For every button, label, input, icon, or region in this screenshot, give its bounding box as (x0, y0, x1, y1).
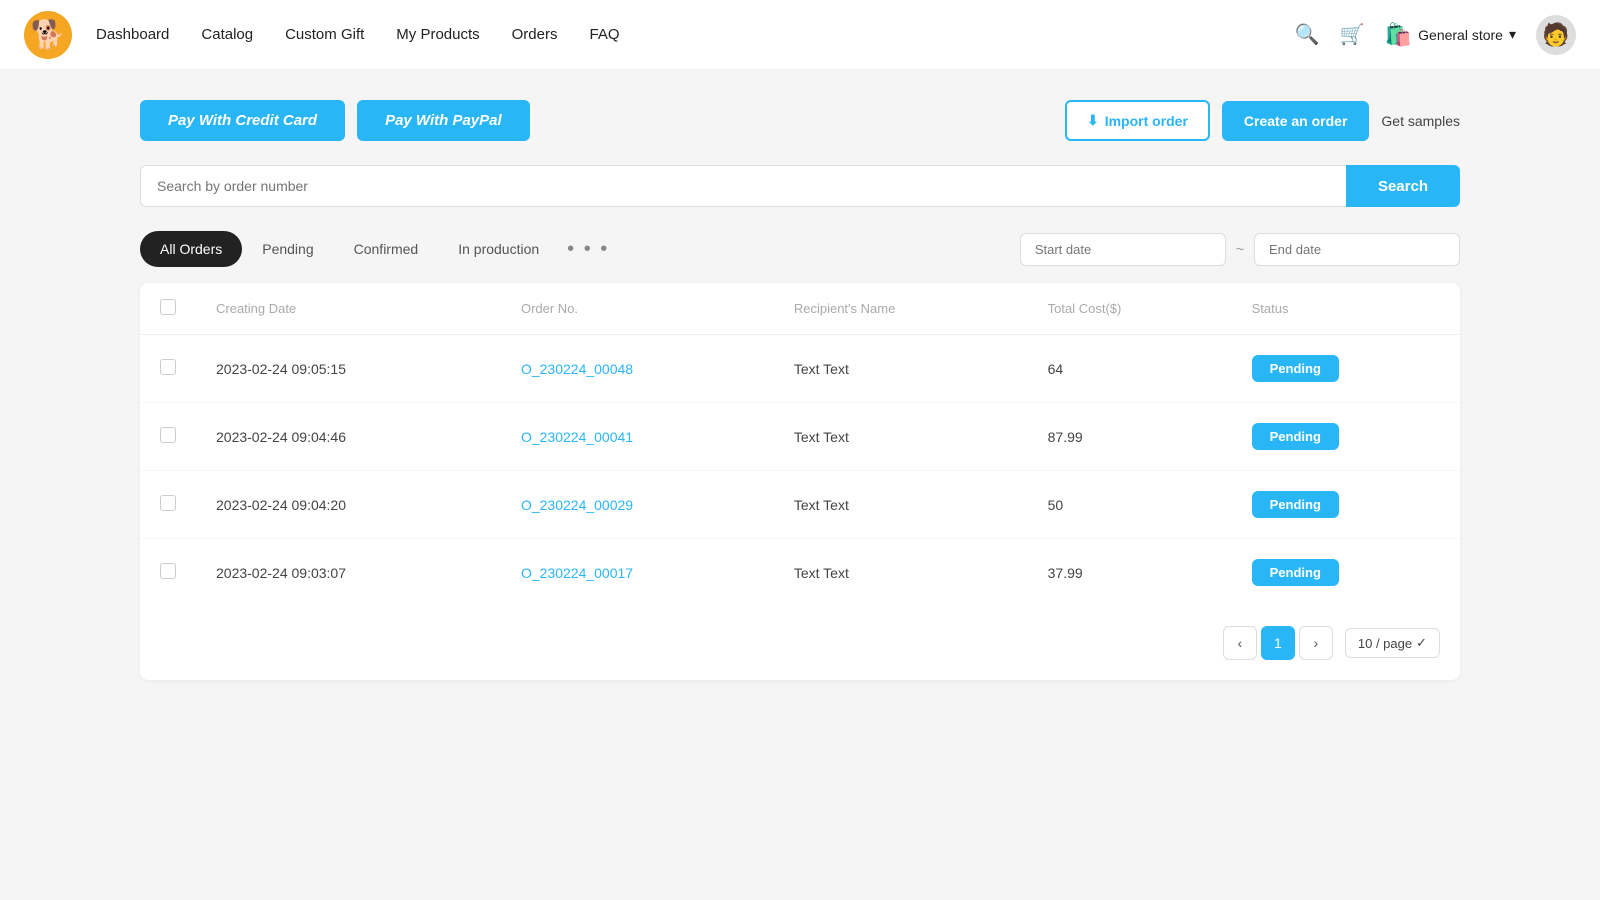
row-total: 87.99 (1028, 403, 1232, 471)
tab-confirmed[interactable]: Confirmed (334, 231, 439, 267)
pagination: ‹ 1 › 10 / page ✓ (140, 606, 1460, 680)
store-name: General store (1418, 27, 1503, 43)
date-filters: ~ (1020, 233, 1460, 266)
row-checkbox-cell (140, 403, 196, 471)
orders-table-container: Creating Date Order No. Recipient's Name… (140, 283, 1460, 680)
prev-page-button[interactable]: ‹ (1223, 626, 1257, 660)
row-recipient: Text Text (774, 335, 1028, 403)
status-badge[interactable]: Pending (1252, 491, 1339, 518)
row-order-no[interactable]: O_230224_00041 (501, 403, 774, 471)
nav-item-custom-gift[interactable]: Custom Gift (285, 26, 364, 43)
row-checkbox-1[interactable] (160, 427, 176, 443)
table-row: 2023-02-24 09:04:46 O_230224_00041 Text … (140, 403, 1460, 471)
payment-buttons: Pay With Credit Card Pay With PayPal (140, 100, 530, 141)
header-checkbox-col (140, 283, 196, 335)
row-order-no[interactable]: O_230224_00017 (501, 539, 774, 607)
row-date: 2023-02-24 09:04:46 (196, 403, 501, 471)
row-order-no[interactable]: O_230224_00048 (501, 335, 774, 403)
status-badge[interactable]: Pending (1252, 423, 1339, 450)
page-size-label: 10 / page (1358, 636, 1412, 651)
main-content: Pay With Credit Card Pay With PayPal ⬇ I… (0, 70, 1600, 710)
row-total: 64 (1028, 335, 1232, 403)
row-total: 50 (1028, 471, 1232, 539)
get-samples-button[interactable]: Get samples (1381, 113, 1460, 129)
nav-item-faq[interactable]: FAQ (589, 26, 619, 43)
order-action-buttons: ⬇ Import order Create an order Get sampl… (1065, 100, 1460, 141)
row-status: Pending (1232, 335, 1460, 403)
table-body: 2023-02-24 09:05:15 O_230224_00048 Text … (140, 335, 1460, 607)
end-date-input[interactable] (1254, 233, 1460, 266)
cart-icon[interactable]: 🛒 (1340, 22, 1365, 47)
table-row: 2023-02-24 09:05:15 O_230224_00048 Text … (140, 335, 1460, 403)
row-date: 2023-02-24 09:03:07 (196, 539, 501, 607)
search-button[interactable]: Search (1346, 165, 1460, 207)
nav-right: 🔍 🛒 🛍️ General store ▾ 🧑 (1295, 15, 1576, 55)
logo[interactable]: 🐕 (24, 11, 72, 59)
row-recipient: Text Text (774, 539, 1028, 607)
row-checkbox-cell (140, 539, 196, 607)
start-date-input[interactable] (1020, 233, 1226, 266)
pay-credit-card-button[interactable]: Pay With Credit Card (140, 100, 345, 141)
search-input[interactable] (140, 165, 1346, 207)
navbar: 🐕 Dashboard Catalog Custom Gift My Produ… (0, 0, 1600, 70)
row-checkbox-3[interactable] (160, 563, 176, 579)
tab-pending[interactable]: Pending (242, 231, 333, 267)
row-total: 37.99 (1028, 539, 1232, 607)
nav-item-my-products[interactable]: My Products (396, 26, 479, 43)
nav-item-orders[interactable]: Orders (512, 26, 558, 43)
store-selector[interactable]: 🛍️ General store ▾ (1385, 22, 1516, 48)
import-order-button[interactable]: ⬇ Import order (1065, 100, 1210, 141)
row-order-no[interactable]: O_230224_00029 (501, 471, 774, 539)
table-header-row: Creating Date Order No. Recipient's Name… (140, 283, 1460, 335)
table-row: 2023-02-24 09:04:20 O_230224_00029 Text … (140, 471, 1460, 539)
pay-paypal-button[interactable]: Pay With PayPal (357, 100, 530, 141)
download-icon: ⬇ (1087, 112, 1099, 129)
header-status: Status (1232, 283, 1460, 335)
row-status: Pending (1232, 539, 1460, 607)
status-badge[interactable]: Pending (1252, 559, 1339, 586)
search-icon[interactable]: 🔍 (1295, 22, 1320, 47)
nav-links: Dashboard Catalog Custom Gift My Product… (96, 26, 1295, 43)
status-badge[interactable]: Pending (1252, 355, 1339, 382)
top-actions-row: Pay With Credit Card Pay With PayPal ⬇ I… (140, 100, 1460, 141)
nav-item-dashboard[interactable]: Dashboard (96, 26, 169, 43)
more-tabs-icon[interactable]: • • • (559, 238, 617, 261)
row-date: 2023-02-24 09:04:20 (196, 471, 501, 539)
order-tabs: All Orders Pending Confirmed In producti… (140, 231, 1460, 267)
header-total-cost: Total Cost($) (1028, 283, 1232, 335)
create-order-button[interactable]: Create an order (1222, 101, 1369, 141)
page-size-chevron-icon: ✓ (1416, 635, 1427, 651)
avatar-icon: 🧑 (1542, 22, 1569, 48)
next-page-button[interactable]: › (1299, 626, 1333, 660)
row-checkbox-cell (140, 471, 196, 539)
tab-all-orders[interactable]: All Orders (140, 231, 242, 267)
header-recipient: Recipient's Name (774, 283, 1028, 335)
search-bar: Search (140, 165, 1460, 207)
tab-in-production[interactable]: In production (438, 231, 559, 267)
header-order-no: Order No. (501, 283, 774, 335)
chevron-down-icon: ▾ (1509, 26, 1516, 43)
orders-table: Creating Date Order No. Recipient's Name… (140, 283, 1460, 606)
store-bag-icon: 🛍️ (1385, 22, 1412, 48)
nav-item-catalog[interactable]: Catalog (201, 26, 253, 43)
row-checkbox-0[interactable] (160, 359, 176, 375)
row-recipient: Text Text (774, 403, 1028, 471)
date-separator: ~ (1236, 241, 1244, 257)
row-date: 2023-02-24 09:05:15 (196, 335, 501, 403)
avatar[interactable]: 🧑 (1536, 15, 1576, 55)
row-checkbox-cell (140, 335, 196, 403)
page-1-button[interactable]: 1 (1261, 626, 1295, 660)
table-row: 2023-02-24 09:03:07 O_230224_00017 Text … (140, 539, 1460, 607)
select-all-checkbox[interactable] (160, 299, 176, 315)
header-creating-date: Creating Date (196, 283, 501, 335)
logo-icon: 🐕 (31, 18, 66, 51)
page-size-selector[interactable]: 10 / page ✓ (1345, 628, 1440, 658)
row-status: Pending (1232, 403, 1460, 471)
row-status: Pending (1232, 471, 1460, 539)
row-checkbox-2[interactable] (160, 495, 176, 511)
row-recipient: Text Text (774, 471, 1028, 539)
